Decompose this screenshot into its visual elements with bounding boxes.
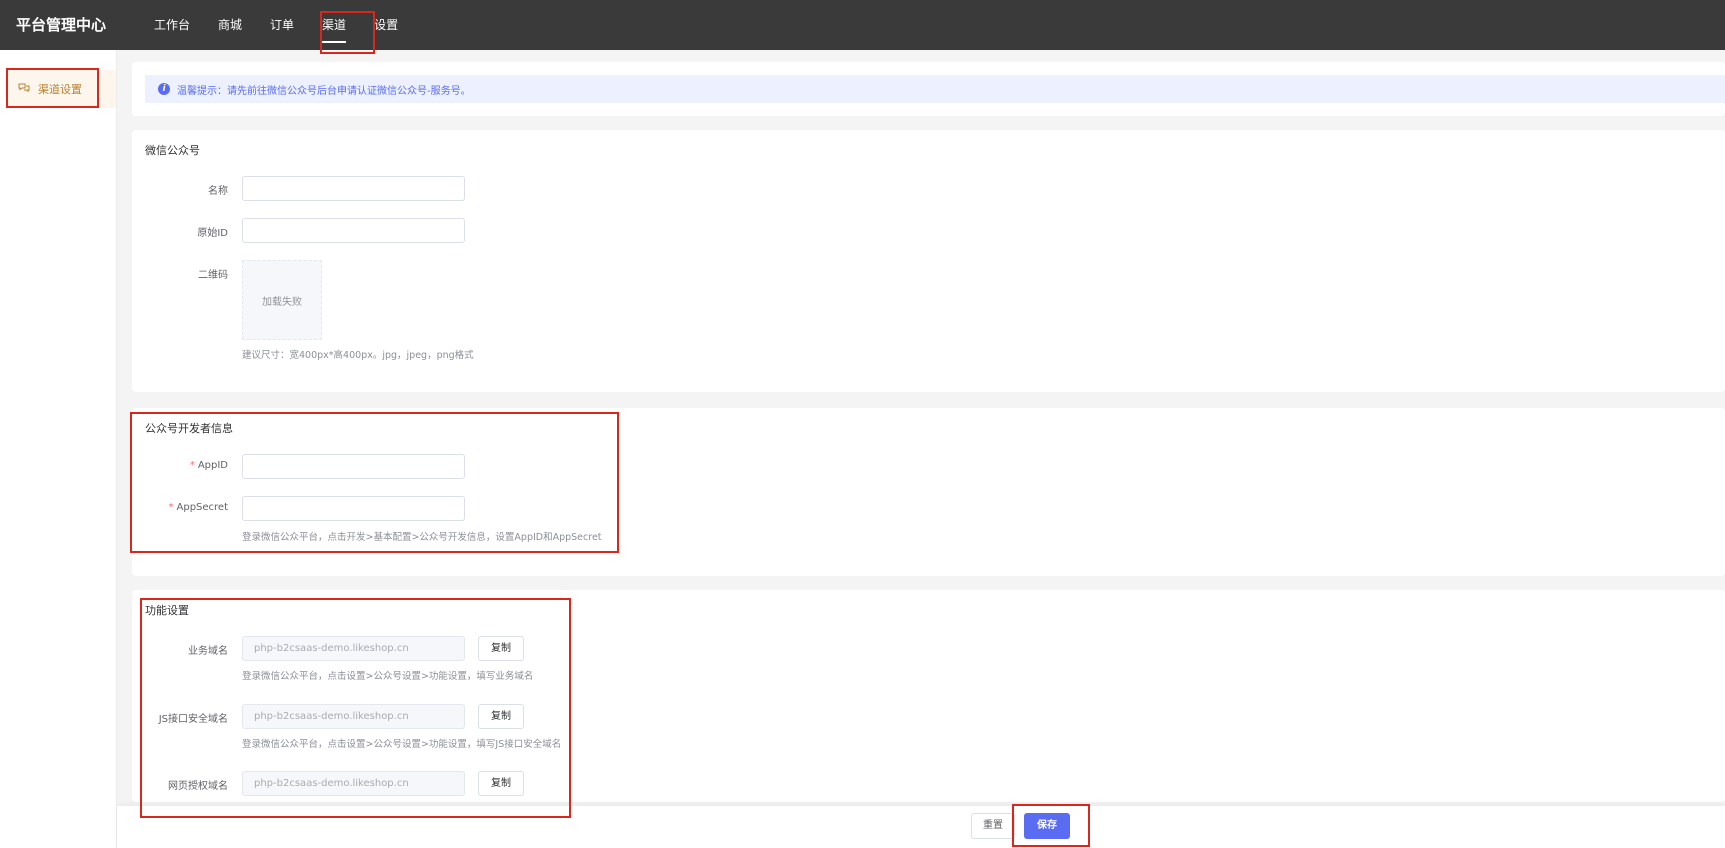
appid-input[interactable] — [242, 454, 465, 479]
section-title-wechat-account: 微信公众号 — [145, 144, 200, 157]
business-domain-label: 业务域名 — [188, 646, 228, 657]
js-domain-label: JS接口安全域名 — [158, 714, 228, 725]
nav-mall[interactable]: 商城 — [204, 0, 256, 50]
brand-title: 平台管理中心 — [16, 16, 107, 34]
developer-hint: 登录微信公众平台，点击开发>基本配置>公众号开发信息，设置AppID和AppSe… — [242, 532, 602, 543]
sidebar-item-label: 渠道设置 — [38, 83, 82, 96]
nav-workbench[interactable]: 工作台 — [140, 0, 204, 50]
qrcode-label: 二维码 — [198, 270, 228, 281]
developer-info-card: 公众号开发者信息 * AppID * AppSecret 登录微信公众平台，点击开发… — [132, 408, 1725, 576]
features-card: 功能设置 业务域名 php-b2csaas-demo.likeshop.cn 复… — [132, 590, 1725, 802]
qrcode-upload[interactable]: 加载失败 — [242, 260, 322, 340]
wechat-account-card: 微信公众号 名称 原始ID 二维码 加载失败 建议尺寸：宽400px*高400p… — [132, 130, 1725, 392]
name-input[interactable] — [242, 176, 465, 201]
sidebar-item-channel-settings[interactable]: 渠道设置 — [7, 70, 116, 108]
sidebar: 渠道设置 — [0, 50, 117, 848]
tip-text: 温馨提示：请先前往微信公众号后台申请认证微信公众号-服务号。 — [177, 85, 471, 97]
business-domain-input[interactable]: php-b2csaas-demo.likeshop.cn — [242, 636, 465, 661]
appid-label: * AppID — [189, 460, 228, 471]
oauth-domain-label: 网页授权域名 — [168, 781, 228, 792]
oauth-domain-input[interactable]: php-b2csaas-demo.likeshop.cn — [242, 771, 465, 796]
chat-bubbles-icon — [18, 83, 30, 96]
save-button[interactable]: 保存 — [1024, 813, 1070, 839]
original-id-label: 原始ID — [197, 228, 228, 239]
main-nav: 工作台 商城 订单 渠道 设置 — [140, 0, 412, 50]
copy-business-domain-button[interactable]: 复制 — [478, 636, 524, 661]
qrcode-placeholder: 加载失败 — [262, 296, 302, 308]
top-navbar: 平台管理中心 工作台 商城 订单 渠道 设置 — [0, 0, 1725, 50]
js-domain-hint: 登录微信公众平台，点击设置>公众号设置>功能设置，填写JS接口安全域名 — [242, 739, 562, 750]
js-domain-input[interactable]: php-b2csaas-demo.likeshop.cn — [242, 704, 465, 729]
nav-orders[interactable]: 订单 — [256, 0, 308, 50]
tip-card: i 温馨提示：请先前往微信公众号后台申请认证微信公众号-服务号。 — [132, 62, 1725, 116]
qrcode-hint: 建议尺寸：宽400px*高400px。jpg，jpeg，png格式 — [242, 350, 474, 361]
tip-banner: i 温馨提示：请先前往微信公众号后台申请认证微信公众号-服务号。 — [145, 75, 1725, 103]
info-icon: i — [158, 83, 170, 95]
business-domain-hint: 登录微信公众平台，点击设置>公众号设置>功能设置，填写业务域名 — [242, 671, 534, 682]
copy-js-domain-button[interactable]: 复制 — [478, 704, 524, 729]
section-title-developer: 公众号开发者信息 — [145, 422, 233, 435]
section-title-features: 功能设置 — [145, 604, 189, 617]
copy-oauth-domain-button[interactable]: 复制 — [478, 771, 524, 796]
reset-button[interactable]: 重置 — [971, 813, 1015, 839]
appsecret-input[interactable] — [242, 496, 465, 521]
footer-bar — [117, 806, 1725, 848]
original-id-input[interactable] — [242, 218, 465, 243]
nav-settings[interactable]: 设置 — [360, 0, 412, 50]
appsecret-label: * AppSecret — [168, 502, 229, 513]
name-label: 名称 — [208, 186, 228, 197]
nav-channel[interactable]: 渠道 — [308, 0, 360, 50]
